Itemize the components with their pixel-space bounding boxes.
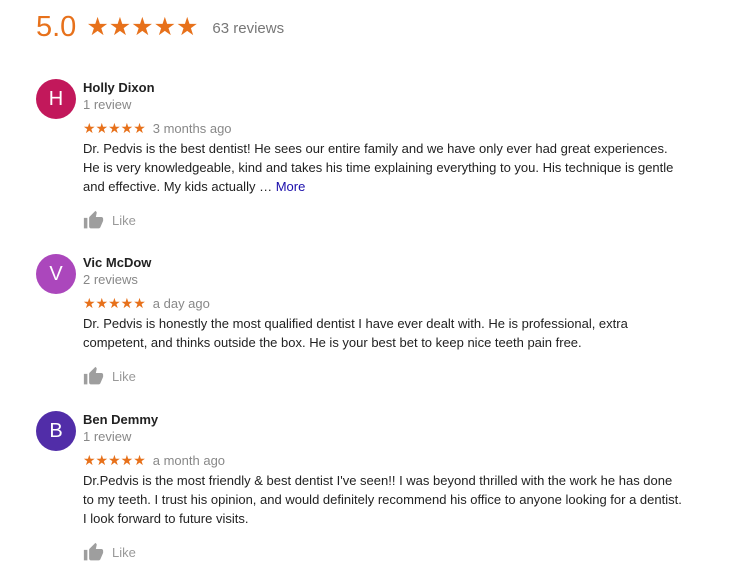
review-text: Dr.Pedvis is the most friendly & best de… [83, 473, 682, 526]
review-date: a month ago [152, 452, 226, 468]
star-rating: ★★★★★ [83, 451, 146, 468]
avatar[interactable]: B [36, 411, 76, 451]
review-date: 3 months ago [152, 120, 232, 136]
review-text-body: Dr. Pedvis is the best dentist! He sees … [83, 141, 674, 194]
reviewer-review-count: 2 reviews [83, 272, 138, 287]
like-label: Like [112, 544, 136, 560]
avatar[interactable]: H [36, 79, 76, 119]
rating-summary: 5.0 ★★★★★ 63 reviews [36, 8, 284, 46]
reviewer-name[interactable]: Holly Dixon [83, 79, 683, 97]
thumbs-up-icon [83, 542, 104, 560]
star-rating: ★★★★★ [83, 294, 146, 311]
like-label: Like [112, 368, 136, 384]
like-button[interactable]: Like [83, 541, 683, 563]
like-button[interactable]: Like [83, 365, 683, 387]
star-rating: ★★★★★ [83, 119, 146, 136]
reviewer-name[interactable]: Vic McDow [83, 254, 683, 272]
reviewer-review-count: 1 review [83, 429, 132, 444]
thumbs-up-icon [83, 210, 104, 228]
review-text: Dr. Pedvis is the best dentist! He sees … [83, 139, 683, 196]
reviewer-name[interactable]: Ben Demmy [83, 411, 683, 429]
like-button[interactable]: Like [83, 209, 683, 231]
average-score: 5.0 [36, 11, 77, 43]
more-link[interactable]: More [276, 179, 306, 194]
reviewer-review-count: 1 review [83, 97, 132, 112]
review-text: Dr. Pedvis is honestly the most qualifie… [83, 316, 628, 350]
review-count-link[interactable]: 63 reviews [212, 8, 284, 46]
review-date: a day ago [152, 295, 210, 311]
thumbs-up-icon [83, 366, 104, 384]
avatar[interactable]: V [36, 254, 76, 294]
summary-star-rating: ★★★★★ [86, 13, 199, 41]
like-label: Like [112, 212, 136, 228]
